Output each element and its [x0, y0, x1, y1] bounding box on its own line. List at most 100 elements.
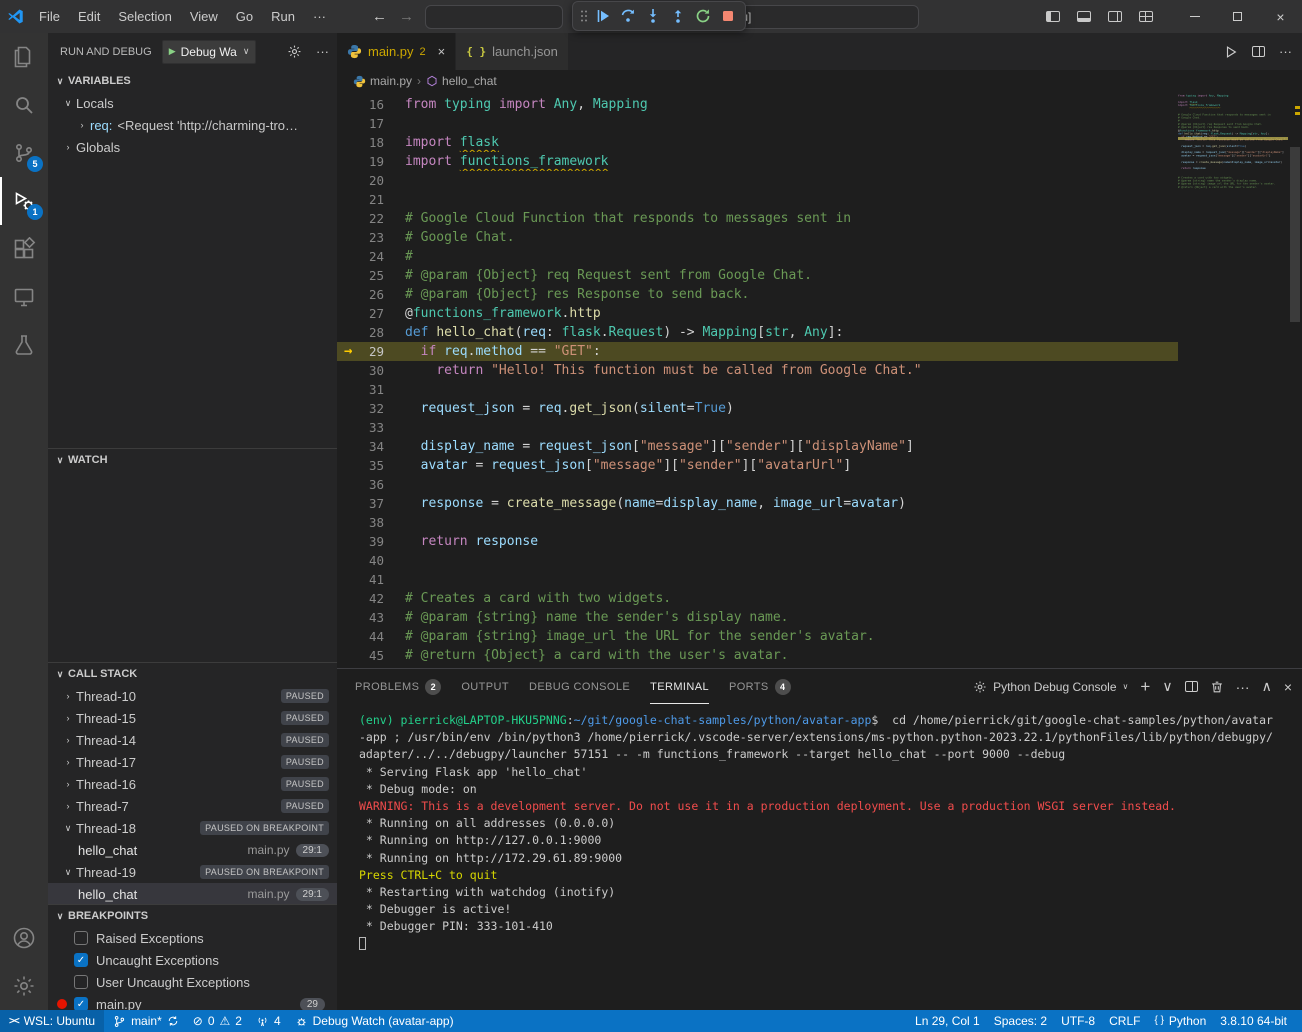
menu-item-6[interactable]: ···: [304, 0, 335, 33]
code-line-22[interactable]: 22# Google Cloud Function that responds …: [337, 209, 1178, 228]
code-line-17[interactable]: 17: [337, 114, 1178, 133]
breakpoint-item[interactable]: ✓Uncaught Exceptions: [48, 949, 337, 971]
line-number-gutter[interactable]: 17: [337, 114, 405, 133]
code-line-41[interactable]: 41: [337, 570, 1178, 589]
menu-item-3[interactable]: View: [181, 0, 227, 33]
breakpoint-item[interactable]: ✓main.py29: [48, 993, 337, 1010]
callstack-thread[interactable]: ›Thread-16PAUSED: [48, 773, 337, 795]
code-line-43[interactable]: 43# @param {string} name the sender's di…: [337, 608, 1178, 627]
breakpoint-item[interactable]: User Uncaught Exceptions: [48, 971, 337, 993]
ports-indicator[interactable]: 4: [249, 1010, 288, 1032]
debug-stop-icon[interactable]: [716, 3, 740, 29]
code-line-35[interactable]: 35 avatar = request_json["message"]["sen…: [337, 456, 1178, 475]
language-mode[interactable]: { } Python: [1147, 1010, 1213, 1032]
search-icon[interactable]: [0, 81, 48, 129]
variable-req[interactable]: › req: <Request 'http://charming-tro…: [48, 114, 337, 136]
nav-forward-icon[interactable]: →: [393, 8, 420, 25]
encoding-indicator[interactable]: UTF-8: [1054, 1010, 1102, 1032]
debug-continue-icon[interactable]: [591, 3, 615, 29]
line-number-gutter[interactable]: 23: [337, 228, 405, 247]
code-line-45[interactable]: 45# @return {Object} a card with the use…: [337, 646, 1178, 665]
code-line-44[interactable]: 44# @param {string} image_url the URL fo…: [337, 627, 1178, 646]
line-number-gutter[interactable]: 39: [337, 532, 405, 551]
code-line-24[interactable]: 24#: [337, 247, 1178, 266]
breadcrumb-symbol[interactable]: hello_chat: [426, 74, 497, 88]
code-line-32[interactable]: 32 request_json = req.get_json(silent=Tr…: [337, 399, 1178, 418]
callstack-thread[interactable]: ›Thread-17PAUSED: [48, 751, 337, 773]
eol-indicator[interactable]: CRLF: [1102, 1010, 1147, 1032]
code-line-16[interactable]: 16from typing import Any, Mapping: [337, 95, 1178, 114]
callstack-thread[interactable]: ›Thread-14PAUSED: [48, 729, 337, 751]
code-line-29[interactable]: →29 if req.method == "GET":: [337, 342, 1178, 361]
breakpoints-section-header[interactable]: ∨ BREAKPOINTS: [48, 905, 337, 927]
panel-tab-output[interactable]: OUTPUT: [461, 669, 509, 704]
line-number-gutter[interactable]: 19: [337, 152, 405, 171]
code-line-31[interactable]: 31: [337, 380, 1178, 399]
terminal-output[interactable]: (env) pierrick@LAPTOP-HKU5PNNG:~/git/goo…: [337, 704, 1302, 1010]
code-line-42[interactable]: 42# Creates a card with two widgets.: [337, 589, 1178, 608]
panel-tab-problems[interactable]: PROBLEMS2: [355, 669, 441, 704]
code-line-37[interactable]: 37 response = create_message(name=displa…: [337, 494, 1178, 513]
line-number-gutter[interactable]: 26: [337, 285, 405, 304]
line-number-gutter[interactable]: 33: [337, 418, 405, 437]
code-line-25[interactable]: 25# @param {Object} req Request sent fro…: [337, 266, 1178, 285]
code-line-26[interactable]: 26# @param {Object} res Response to send…: [337, 285, 1178, 304]
callstack-thread[interactable]: ∨Thread-18PAUSED ON BREAKPOINT: [48, 817, 337, 839]
breakpoint-checkbox[interactable]: [74, 931, 88, 945]
branch-indicator[interactable]: main*: [106, 1010, 186, 1032]
code-line-30[interactable]: 30 return "Hello! This function must be …: [337, 361, 1178, 380]
line-number-gutter[interactable]: 27: [337, 304, 405, 323]
line-number-gutter[interactable]: 32: [337, 399, 405, 418]
breakpoint-checkbox[interactable]: [74, 975, 88, 989]
indentation-indicator[interactable]: Spaces: 2: [987, 1010, 1054, 1032]
code-line-19[interactable]: 19import functions_framework: [337, 152, 1178, 171]
line-number-gutter[interactable]: 16: [337, 95, 405, 114]
code-line-21[interactable]: 21: [337, 190, 1178, 209]
callstack-thread[interactable]: ∨Thread-19PAUSED ON BREAKPOINT: [48, 861, 337, 883]
line-number-gutter[interactable]: 25: [337, 266, 405, 285]
debug-config-picker[interactable]: ▶ Debug Wa ∨: [162, 40, 257, 64]
line-number-gutter[interactable]: 38: [337, 513, 405, 532]
customize-layout-icon[interactable]: [1139, 11, 1153, 22]
extensions-icon[interactable]: [0, 225, 48, 273]
cursor-position[interactable]: Ln 29, Col 1: [908, 1010, 987, 1032]
line-number-gutter[interactable]: 31: [337, 380, 405, 399]
views-more-icon[interactable]: ···: [316, 44, 329, 59]
watch-section-header[interactable]: ∨ WATCH: [48, 449, 337, 471]
scope-globals[interactable]: › Globals: [48, 136, 337, 158]
new-terminal-icon[interactable]: +: [1140, 677, 1150, 697]
code-line-40[interactable]: 40: [337, 551, 1178, 570]
code-editor[interactable]: 16from typing import Any, Mapping1718imp…: [337, 92, 1302, 668]
maximize-panel-icon[interactable]: ∧: [1262, 678, 1272, 695]
remote-indicator[interactable]: >< WSL: Ubuntu: [0, 1010, 104, 1032]
maximize-button[interactable]: [1216, 0, 1259, 33]
code-line-38[interactable]: 38: [337, 513, 1178, 532]
panel-tab-terminal[interactable]: TERMINAL: [650, 669, 709, 704]
code-line-20[interactable]: 20: [337, 171, 1178, 190]
accounts-icon[interactable]: [0, 914, 48, 962]
line-number-gutter[interactable]: 37: [337, 494, 405, 513]
line-number-gutter[interactable]: 44: [337, 627, 405, 646]
code-line-39[interactable]: 39 return response: [337, 532, 1178, 551]
close-icon[interactable]: ×: [438, 44, 446, 59]
start-debug-icon[interactable]: ▶: [169, 46, 176, 57]
run-file-icon[interactable]: [1224, 45, 1238, 59]
tab-launch-json[interactable]: { } launch.json: [456, 33, 569, 70]
line-number-gutter[interactable]: 40: [337, 551, 405, 570]
panel-tab-ports[interactable]: PORTS4: [729, 669, 791, 704]
nav-back-icon[interactable]: ←: [366, 8, 393, 25]
menu-item-1[interactable]: Edit: [69, 0, 109, 33]
code-line-28[interactable]: 28def hello_chat(req: flask.Request) -> …: [337, 323, 1178, 342]
run-and-debug-icon[interactable]: 1: [0, 177, 48, 225]
code-line-36[interactable]: 36: [337, 475, 1178, 494]
scrollbar-thumb[interactable]: [1290, 147, 1300, 322]
callstack-section-header[interactable]: ∨ CALL STACK: [48, 663, 337, 685]
editor-more-icon[interactable]: ···: [1279, 44, 1292, 59]
line-number-gutter[interactable]: 20: [337, 171, 405, 190]
menu-item-5[interactable]: Run: [262, 0, 304, 33]
menu-item-2[interactable]: Selection: [109, 0, 180, 33]
line-number-gutter[interactable]: 30: [337, 361, 405, 380]
line-number-gutter[interactable]: 41: [337, 570, 405, 589]
split-terminal-icon[interactable]: [1185, 681, 1198, 692]
line-number-gutter[interactable]: 43: [337, 608, 405, 627]
